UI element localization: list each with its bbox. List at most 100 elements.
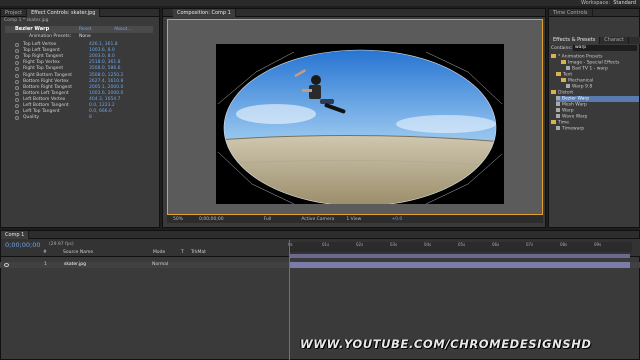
tree-item-label: Bezier Warp <box>562 96 590 102</box>
property-value[interactable]: 8 <box>89 115 92 121</box>
stopwatch-icon[interactable] <box>15 104 19 108</box>
view-layout-dropdown[interactable]: 1 View <box>346 217 361 222</box>
viewer-tab-row: Composition: Comp 1 <box>163 9 545 17</box>
effect-icon <box>556 126 560 130</box>
watermark: WWW.YOUTUBE.COM/CHROMEDESIGNSHD <box>300 337 592 351</box>
layer-visibility-icon[interactable] <box>4 263 9 267</box>
stopwatch-icon[interactable] <box>15 49 19 54</box>
property-value[interactable]: 0.0, 666.6 <box>89 109 112 115</box>
layer-number: 1 <box>44 262 47 267</box>
stopwatch-icon[interactable] <box>15 67 19 72</box>
folder-icon <box>561 60 566 64</box>
folder-icon <box>551 90 556 94</box>
tab-effects-presets[interactable]: Effects & Presets <box>549 37 601 44</box>
stopwatch-icon[interactable] <box>15 55 19 60</box>
property-value[interactable]: 1003.6, 2000.0 <box>89 91 123 97</box>
property-row[interactable]: Bottom Left Tangent 1003.6, 2000.0 <box>1 91 161 97</box>
folder-icon <box>556 72 561 76</box>
layer-name[interactable]: skater.jpg <box>64 262 86 268</box>
stopwatch-icon[interactable] <box>15 73 19 78</box>
column-num: # <box>43 250 47 255</box>
stopwatch-icon[interactable] <box>15 116 19 121</box>
property-value[interactable]: 3508.0, 1250.2 <box>89 73 123 79</box>
top-bar <box>0 0 640 6</box>
column-source-name: Source Name <box>63 250 94 255</box>
tree-item-label: Text <box>563 72 573 78</box>
column-trkmat: TrkMat <box>191 250 206 255</box>
left-tab-row: Project Effect Controls: skater.jpg <box>1 9 159 17</box>
layer-duration-bar[interactable] <box>290 262 630 268</box>
tree-item-label: Timewarp <box>562 126 585 132</box>
tab-character[interactable]: Charact <box>600 37 629 44</box>
ruler-tick: 02s <box>356 242 364 247</box>
viewer-toolbar: 50% 0;00;00;00 Full Active Camera 1 View… <box>167 215 543 223</box>
tab-composition[interactable]: Composition: Comp 1 <box>173 9 236 17</box>
search-input[interactable]: warp <box>573 45 637 51</box>
property-row[interactable]: Bottom Right Tangent 2005.1, 2000.0 <box>1 85 161 91</box>
viewer-timecode[interactable]: 0;00;00;00 <box>199 217 224 222</box>
property-value[interactable]: 404.3, 1654.7 <box>89 97 121 103</box>
effect-icon <box>566 66 570 70</box>
composition-canvas-area[interactable] <box>167 19 543 215</box>
workspace-dropdown[interactable]: Standard <box>613 0 636 6</box>
property-row[interactable]: Right Bottom Tangent 3508.0, 1250.2 <box>1 73 161 79</box>
property-list: Top Left Vertex 426.1, 361.8 Top Left Tang… <box>1 42 161 142</box>
property-label: Bottom Right Tangent <box>23 84 73 90</box>
resolution-dropdown[interactable]: Full <box>264 217 272 222</box>
column-mode: Mode <box>153 250 166 255</box>
zoom-dropdown[interactable]: 50% <box>173 217 183 222</box>
effect-icon <box>556 102 560 106</box>
stopwatch-icon[interactable] <box>15 85 19 90</box>
property-row[interactable]: Bottom Right Vertex 2627.4, 1610.8 <box>1 79 161 85</box>
tree-item-label: Wave Warp <box>562 114 588 120</box>
breadcrumb: Comp 1 * skater.jpg <box>4 18 49 23</box>
property-label: Left Bottom Vertex <box>23 96 66 102</box>
timeline-fps: (29.97 fps) <box>49 242 74 247</box>
ruler-tick: 01s <box>322 242 330 247</box>
property-label: Right Bottom Tangent <box>23 72 73 78</box>
composition-frame[interactable] <box>216 44 504 204</box>
tab-time-controls[interactable]: Time Controls <box>549 9 593 17</box>
effect-icon <box>556 114 560 118</box>
property-row[interactable]: Left Bottom Vertex 404.3, 1654.7 <box>1 97 161 103</box>
property-label: Bottom Left Tangent <box>23 90 69 96</box>
effect-controls-panel: Project Effect Controls: skater.jpg Comp… <box>0 8 160 228</box>
timeline-tab-row: Comp 1 <box>1 231 639 239</box>
stopwatch-icon[interactable] <box>15 97 19 102</box>
tree-item-label: Distort <box>558 90 574 96</box>
property-value[interactable]: 2005.1, 2000.0 <box>89 85 123 91</box>
ruler-tick: 09s <box>594 242 602 247</box>
effects-presets-panel: Time Controls Effects & Presets Charact … <box>548 8 640 228</box>
current-time-indicator[interactable] <box>289 240 290 360</box>
reset-link[interactable]: Reset <box>79 27 92 32</box>
camera-dropdown[interactable]: Active Camera <box>301 217 334 222</box>
effect-icon <box>556 96 560 100</box>
stopwatch-icon[interactable] <box>15 43 19 47</box>
property-row[interactable]: Quality 8 <box>1 115 161 121</box>
stopwatch-icon[interactable] <box>15 79 19 84</box>
about-link[interactable]: About... <box>114 27 132 32</box>
stopwatch-icon[interactable] <box>15 91 19 96</box>
folder-icon <box>551 54 556 58</box>
folder-icon <box>551 120 556 124</box>
tree-item[interactable]: Bad TV 1 - warp <box>566 66 608 72</box>
work-area-bar[interactable] <box>290 254 630 258</box>
column-t: T <box>181 250 184 255</box>
warped-image <box>217 49 503 204</box>
tab-comp-1[interactable]: Comp 1 <box>1 231 30 239</box>
tab-effect-controls[interactable]: Effect Controls: skater.jpg <box>27 9 101 17</box>
stopwatch-icon[interactable] <box>15 110 19 115</box>
property-value[interactable]: 3508.0, 586.6 <box>89 66 121 72</box>
exposure-value[interactable]: +0.0 <box>391 217 402 222</box>
property-row[interactable]: Right Top Tangent 3508.0, 586.6 <box>1 66 161 72</box>
time-ruler[interactable]: 0s 01s 02s 03s 04s 05s 06s 07s 08s 09s <box>288 242 632 252</box>
tree-item-label: Image - Special Effects <box>568 60 620 66</box>
tree-item[interactable]: Timewarp <box>556 126 584 132</box>
layer-mode-dropdown[interactable]: Normal <box>152 262 168 268</box>
tab-project[interactable]: Project <box>1 9 28 17</box>
animation-presets-dropdown[interactable]: None <box>79 34 91 39</box>
stopwatch-icon[interactable] <box>15 61 19 66</box>
tree-item-label: Bad TV 1 - warp <box>572 66 608 72</box>
property-value[interactable]: 2627.4, 1610.8 <box>89 79 123 85</box>
timeline-timecode[interactable]: 0;00;00;00 <box>5 241 41 249</box>
